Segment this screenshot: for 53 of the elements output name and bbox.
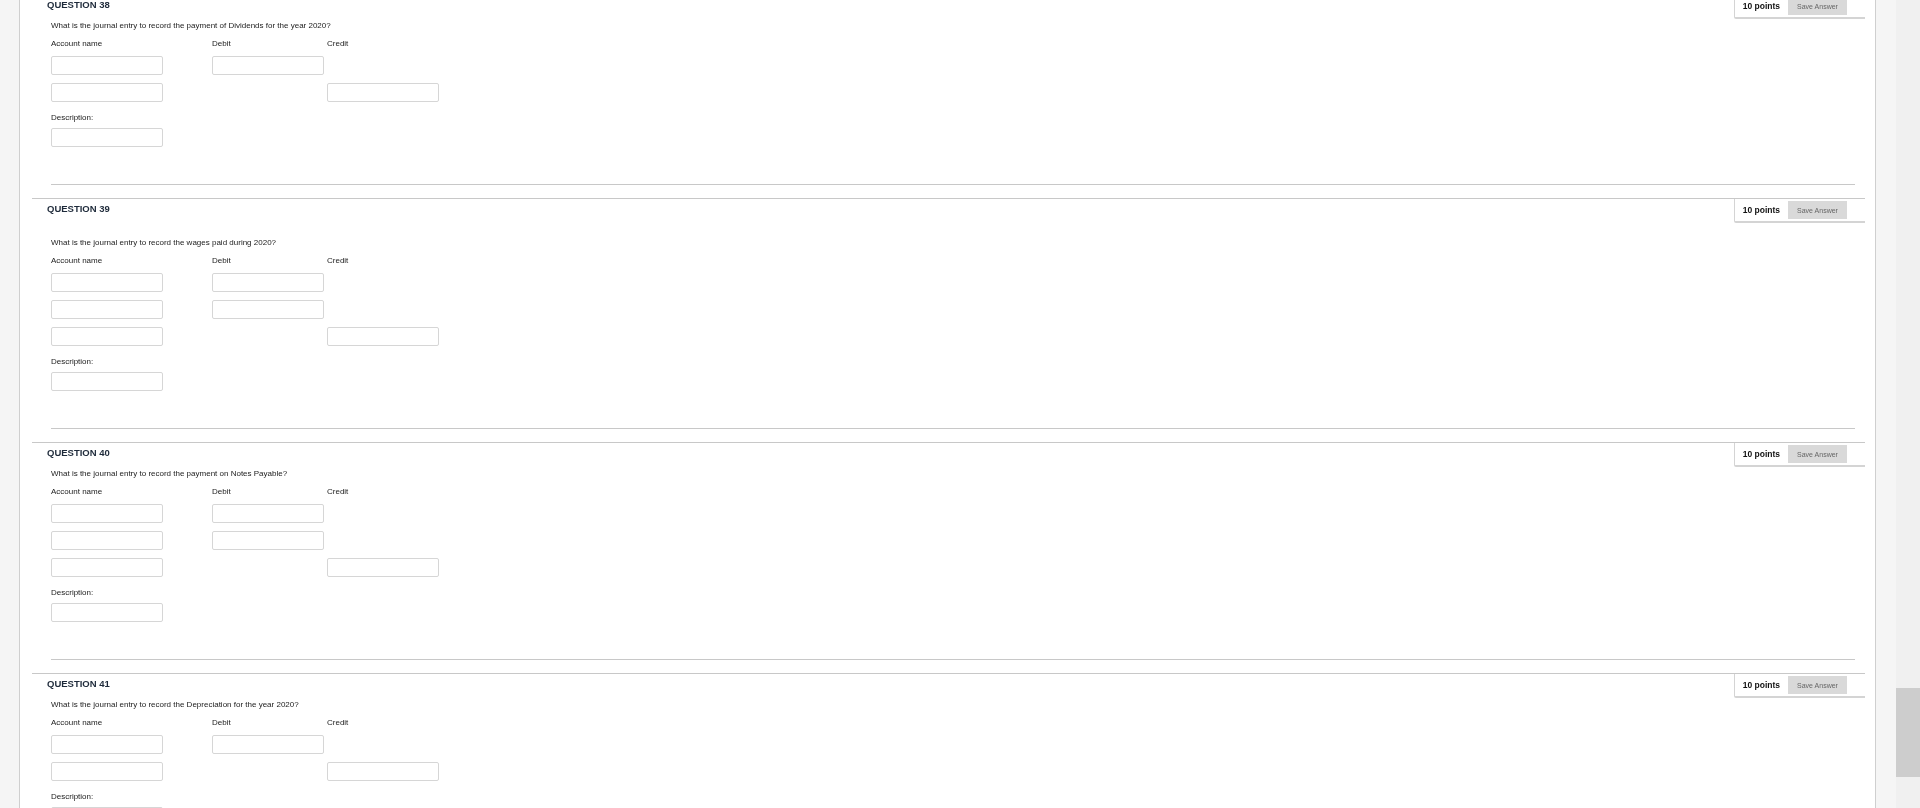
account-name-field[interactable]	[51, 558, 163, 577]
debit-field[interactable]	[212, 735, 324, 754]
column-header: Credit	[327, 718, 350, 727]
column-header: Debit	[212, 256, 232, 265]
credit-field[interactable]	[327, 83, 439, 102]
account-name-field[interactable]	[51, 762, 163, 781]
column-header: Credit	[327, 487, 350, 496]
column-header: Account name	[51, 718, 104, 727]
description-field[interactable]	[51, 603, 163, 622]
account-name-field[interactable]	[51, 300, 163, 319]
scrollbar-thumb[interactable]	[1896, 688, 1920, 777]
debit-field[interactable]	[212, 504, 324, 523]
question-title: QUESTION 41	[46, 677, 110, 689]
description-field[interactable]	[51, 372, 163, 391]
credit-field[interactable]	[327, 558, 439, 577]
column-header: Account name	[51, 256, 104, 265]
description-label: Description:	[51, 792, 95, 801]
description-label: Description:	[51, 588, 95, 597]
account-name-field[interactable]	[51, 83, 163, 102]
debit-field[interactable]	[212, 56, 324, 75]
points-label: 10 points	[1742, 1, 1780, 11]
column-header: Debit	[212, 487, 232, 496]
credit-field[interactable]	[327, 327, 439, 346]
column-header: Credit	[327, 256, 350, 265]
column-header: Credit	[327, 39, 350, 48]
question-title: QUESTION 39	[46, 202, 110, 214]
points-label: 10 points	[1742, 205, 1780, 215]
account-name-field[interactable]	[51, 531, 163, 550]
account-name-field[interactable]	[51, 504, 163, 523]
account-name-field[interactable]	[51, 56, 163, 75]
column-header: Account name	[51, 487, 104, 496]
scrollbar[interactable]	[1896, 0, 1920, 808]
question-title: QUESTION 40	[46, 446, 110, 458]
question-text: What is the journal entry to record the Depreciation for the year 2020?	[51, 700, 300, 711]
question-text: What is the journal entry to record the payment on Notes Payable?	[51, 469, 289, 480]
account-name-field[interactable]	[51, 327, 163, 346]
column-header: Account name	[51, 39, 104, 48]
debit-field[interactable]	[212, 273, 324, 292]
description-label: Description:	[51, 357, 95, 366]
account-name-field[interactable]	[51, 273, 163, 292]
debit-field[interactable]	[212, 300, 324, 319]
debit-field[interactable]	[212, 531, 324, 550]
points-label: 10 points	[1742, 449, 1780, 459]
question-text: What is the journal entry to record the payment of Dividends for the year 2020?	[51, 21, 332, 32]
account-name-field[interactable]	[51, 735, 163, 754]
credit-field[interactable]	[327, 762, 439, 781]
column-header: Debit	[212, 718, 232, 727]
points-label: 10 points	[1742, 680, 1780, 690]
description-label: Description:	[51, 113, 95, 122]
column-header: Debit	[212, 39, 232, 48]
question-title: QUESTION 38	[46, 0, 110, 10]
description-field[interactable]	[51, 128, 163, 147]
question-text: What is the journal entry to record the wages paid during 2020?	[51, 238, 278, 249]
